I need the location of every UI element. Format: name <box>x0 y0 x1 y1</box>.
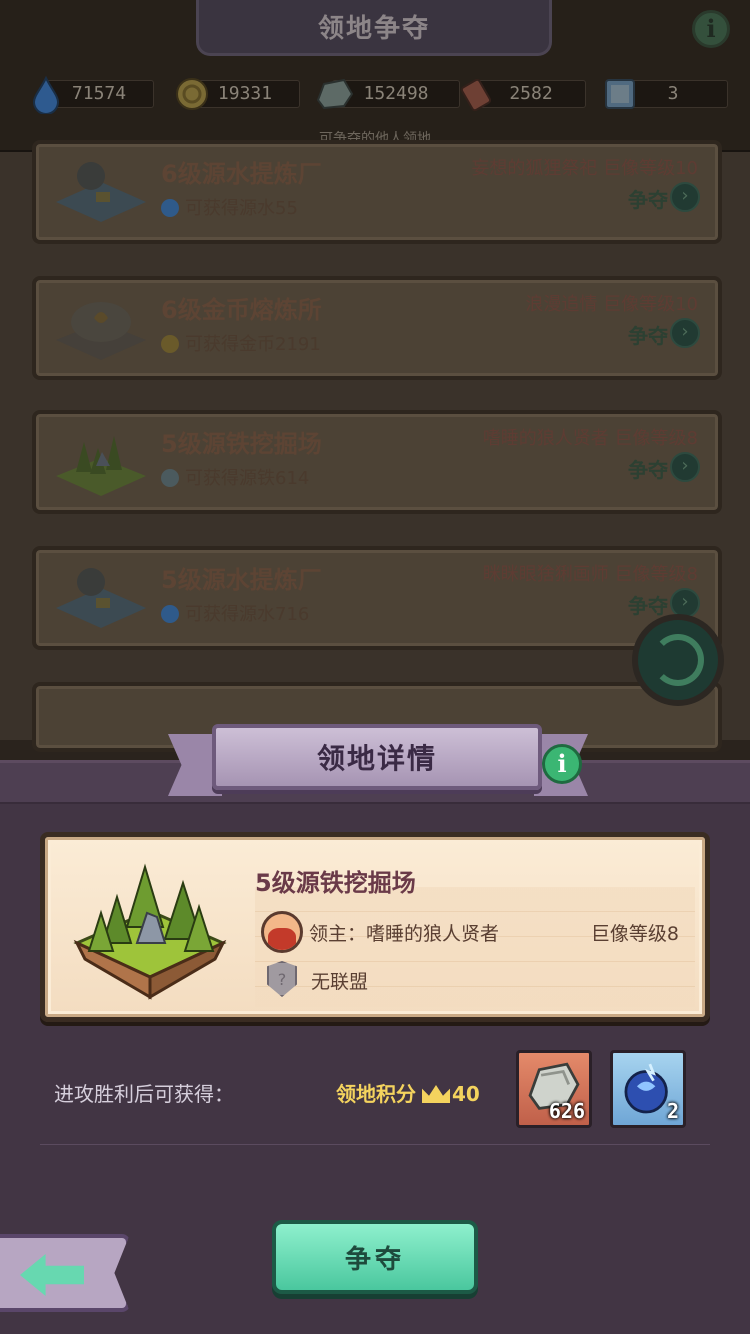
territory-item[interactable]: 6级源水提炼厂 妄想的狐狸祭祀 巨像等级10 可获得源水55 争夺 › <box>32 140 722 244</box>
territory-item[interactable]: 5级源水提炼厂 眯眯眼猞猁画师 巨像等级8 可获得源水716 争夺 › <box>32 546 722 650</box>
panel-title: 领地详情 <box>316 742 437 775</box>
contest-label: 争夺 <box>628 458 668 482</box>
territory-gain-text: 可获得源水55 <box>185 198 298 219</box>
lord-label: 领主：嗜睡的狼人贤者 <box>309 923 500 945</box>
territory-thumbnail <box>56 302 146 360</box>
territory-gain: 可获得源水716 <box>161 600 309 626</box>
forest-island-icon <box>73 863 227 1000</box>
info-icon[interactable]: i <box>542 744 582 784</box>
territory-thumbnail <box>56 568 146 628</box>
panel-title-banner: 领地详情 <box>212 724 542 790</box>
back-arrow-icon <box>20 1254 84 1296</box>
back-button[interactable] <box>0 1234 130 1312</box>
info-icon[interactable]: i <box>692 10 730 48</box>
title-plate: 领地争夺 <box>196 0 552 56</box>
territory-card: 5级源铁挖掘场 领主：嗜睡的狼人贤者 巨像等级8 ? 无联盟 <box>40 832 710 1022</box>
territory-owner: 眯眯眼猞猁画师 巨像等级8 <box>482 564 698 585</box>
avatar-hair <box>268 928 296 950</box>
lord-avatar <box>261 911 303 953</box>
territory-gain: 可获得源铁614 <box>161 464 309 490</box>
territory-gain-text: 可获得源水716 <box>185 604 310 625</box>
contest-button-label: 争夺 <box>344 1244 405 1275</box>
water-drop-icon <box>161 199 179 217</box>
reward-quantity: 626 <box>548 1099 585 1123</box>
chevron-right-icon[interactable]: › <box>670 318 700 348</box>
territory-item[interactable]: 6级金币熔炼所 浪漫追情 巨像等级10 可获得金币2191 争夺 › <box>32 276 722 380</box>
territory-name: 6级金币熔炼所 <box>161 296 322 324</box>
refresh-icon <box>652 634 704 686</box>
score-value: 40 <box>452 1082 480 1106</box>
contest-label: 争夺 <box>628 188 668 212</box>
scroll-icon <box>460 78 492 112</box>
contest-button[interactable]: 争夺 <box>272 1220 478 1294</box>
crown-icon <box>422 1085 450 1103</box>
reward-item[interactable]: 626 <box>516 1050 592 1128</box>
divider <box>40 1144 710 1145</box>
reward-label: 进攻胜利后可获得： <box>54 1082 234 1106</box>
territory-thumbnail <box>56 436 146 496</box>
chevron-right-icon[interactable]: › <box>670 452 700 482</box>
gold-coin-icon <box>161 335 179 353</box>
territory-owner: 嗜睡的狼人贤者 巨像等级8 <box>482 428 698 449</box>
water-drop-icon <box>161 605 179 623</box>
colossus-level: 巨像等级8 <box>590 923 679 945</box>
contest-label: 争夺 <box>628 594 668 618</box>
territory-gain-text: 可获得源铁614 <box>185 468 310 489</box>
score-label: 领地积分 <box>336 1082 416 1106</box>
territory-gain: 可获得金币2191 <box>161 330 321 356</box>
territory-name: 5级源铁挖掘场 <box>161 430 322 458</box>
territory-gain: 可获得源水55 <box>161 194 298 220</box>
territory-owner: 妄想的狐狸祭祀 巨像等级10 <box>471 158 698 179</box>
territory-name: 5级源铁挖掘场 <box>255 869 416 897</box>
ticket-icon <box>605 79 635 109</box>
territory-score: 领地积分 40 <box>336 1078 480 1107</box>
reward-quantity: 2 <box>666 1099 679 1123</box>
iron-ore-icon <box>316 78 354 110</box>
territory-gain-text: 可获得金币2191 <box>185 334 321 355</box>
contest-label: 争夺 <box>628 324 668 348</box>
reward-item[interactable]: 2 <box>610 1050 686 1128</box>
screen: 领地争夺 i 71574 19331 152498 2582 3 可争夺的他人领… <box>0 0 750 1334</box>
territory-name: 6级源水提炼厂 <box>161 160 322 188</box>
chevron-right-icon[interactable]: › <box>670 182 700 212</box>
territory-item[interactable]: 5级源铁挖掘场 嗜睡的狼人贤者 巨像等级8 可获得源铁614 争夺 › <box>32 410 722 514</box>
refresh-button[interactable] <box>632 614 724 706</box>
gold-coin-icon <box>176 78 208 110</box>
page-title: 领地争夺 <box>317 14 430 44</box>
water-drop-icon <box>32 75 60 114</box>
alliance-label: 无联盟 <box>311 971 369 993</box>
top-bar: 领地争夺 i 71574 19331 152498 2582 3 可争夺的他人领… <box>0 0 750 152</box>
iron-ore-icon <box>161 469 179 487</box>
territory-owner: 浪漫追情 巨像等级10 <box>525 294 698 315</box>
territory-name: 5级源水提炼厂 <box>161 566 322 594</box>
territory-thumbnail <box>56 162 146 222</box>
